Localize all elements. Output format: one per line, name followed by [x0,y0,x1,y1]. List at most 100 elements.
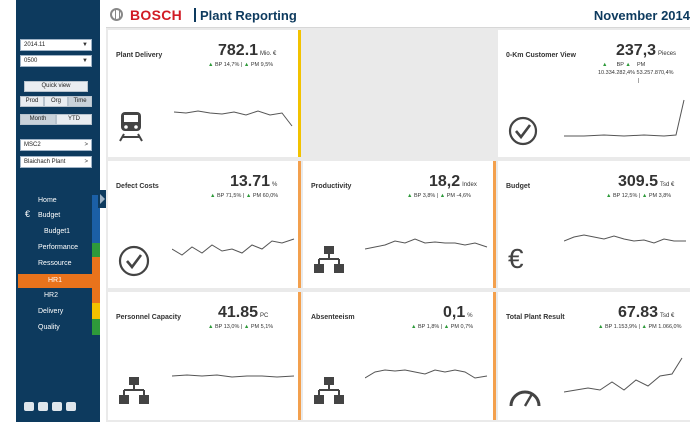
bosch-logo-icon [110,8,123,21]
dashboard-grid: Plant Delivery 782.1 Mio. € ▲ BP 14,7% | … [106,28,690,422]
chevron-right-icon: > [84,142,88,148]
card-unit: Tsd € [660,313,675,319]
card-kpi: ▲ BP 3,8% | ▲ PM -4,6% [407,193,471,199]
card-zero-km-customer-view[interactable]: 0-Km Customer View 237,3 Pieces ▲ BP ▲ PM… [498,30,690,157]
card-title: Productivity [311,183,352,190]
gauge-icon [509,390,541,407]
card-value-number: 13.71 [230,173,271,190]
card-title: Budget [506,183,531,190]
chevron-right-icon: > [84,159,88,165]
kpi-pm: PM [636,62,646,68]
check-circle-icon [118,245,150,277]
nav-strip-yellow [92,303,100,319]
plant-code-value: 0500 [24,58,38,64]
chevron-down-icon: ▼ [82,58,88,64]
nav-item-delivery[interactable]: Delivery [38,308,63,315]
personnel-capacity-sparkline [172,374,295,378]
card-value-number: 41.85 [218,304,259,321]
card-value-number: 782.1 [218,42,259,59]
card-title: Absenteeism [311,314,355,321]
nav-item-performance[interactable]: Performance [38,244,78,251]
budget-sparkline [564,234,686,244]
card-unit: Tsd € [660,182,675,188]
card-unit: % [467,313,473,319]
card-kpi: ▲ BP ▲ PM [602,62,646,68]
card-productivity[interactable]: Productivity 18,2 Index ▲ BP 3,8% | ▲ PM … [303,161,496,288]
euro-icon: € [25,209,31,219]
sidebar: 2014.11 ▼ 0500 ▼ Quick view Prod Org Tim… [16,0,100,422]
nav-item-budget[interactable]: Budget [38,212,60,219]
date-select-value: 2014.11 [24,42,46,48]
nav-item-hr1[interactable]: HR1 [18,274,96,288]
defect-costs-sparkline [172,238,295,256]
settings-icon[interactable] [24,402,34,411]
card-value: 309.5 Tsd € [618,173,674,191]
nav-strip-green-2 [92,319,100,335]
sidebar-collapse-handle[interactable] [98,190,106,208]
card-kpi: ▲ BP 71,5% | ▲ PM 60,0% [210,193,279,199]
kpi-detail: 10.334.282,4% 53.257.870,4% [598,70,674,76]
header: BOSCH Plant Reporting November 2014 [106,0,690,28]
kpi-bp: BP 14,7% | [214,62,243,68]
card-absenteeism[interactable]: Absenteeism 0,1% ▲ BP 1,8% | ▲ PM 0,7% [303,292,496,420]
card-plant-delivery[interactable]: Plant Delivery 782.1 Mio. € ▲ BP 14,7% | … [108,30,301,157]
card-title: Defect Costs [116,183,159,190]
view-time-button[interactable]: Time [68,96,92,107]
card-value-number: 67.83 [618,304,659,321]
nav-item-ressource[interactable]: Ressource [38,260,71,267]
kpi-pm: PM 3,8% [648,193,672,199]
euro-icon: € [508,243,524,274]
kpi-bp: BP [616,62,624,68]
print-icon[interactable] [52,402,62,411]
card-value-number: 309.5 [618,173,659,190]
view-prod-button[interactable]: Prod [20,96,44,107]
absenteeism-sparkline [365,369,488,379]
nav-item-home[interactable]: Home [38,197,57,204]
card-value-number: 18,2 [429,173,461,190]
org-chart-icon [119,377,149,404]
period-ytd-button[interactable]: YTD [56,114,92,125]
document-icon[interactable] [66,402,76,411]
quick-view-button[interactable]: Quick view [24,81,88,92]
reporting-period: November 2014 [593,8,690,23]
card-unit: Index [462,182,477,188]
nav-item-quality[interactable]: Quality [38,324,60,331]
brand-name: BOSCH [130,7,183,23]
card-title: Personnel Capacity [116,314,181,321]
org-chart-icon [314,377,344,404]
division-link-label: MSC2 [24,142,41,148]
card-kpi: ▲ BP 1.153,9% | ▲ PM 1.066,0% [598,324,682,330]
division-link[interactable]: MSC2 > [20,139,92,151]
train-icon [119,112,143,142]
card-defect-costs[interactable]: Defect Costs 13.71% ▲ BP 71,5% | ▲ PM 60… [108,161,301,288]
headset-icon[interactable] [38,402,48,411]
card-title: 0-Km Customer View [506,52,576,59]
chevron-down-icon: ▼ [82,42,88,48]
plant-link-label: Blaichach Plant [24,159,66,165]
card-budget[interactable]: Budget 309.5 Tsd € ▲ BP 12,5% | ▲ PM 3,8%… [498,161,690,288]
kpi-pm: PM 9,5% [250,62,274,68]
plant-link[interactable]: Blaichach Plant > [20,156,92,168]
kpi-pipe: | [638,78,640,84]
kpi-pm: PM 0,7% [450,324,474,330]
card-total-plant-result[interactable]: Total Plant Result 67.83 Tsd € ▲ BP 1.153… [498,292,690,420]
plant-code-select[interactable]: 0500 ▼ [20,55,92,67]
card-kpi: ▲ BP 12,5% | ▲ PM 3,8% [606,193,672,199]
card-unit: % [272,182,278,188]
nav-item-budget1[interactable]: Budget1 [44,228,70,235]
card-title: Plant Delivery [116,52,163,59]
card-kpi: ▲ BP 14,7% | ▲ PM 9,5% [208,62,274,68]
brand-separator [194,8,196,22]
date-select[interactable]: 2014.11 ▼ [20,39,92,51]
kpi-pm: PM 1.066,0% [648,324,682,330]
view-org-button[interactable]: Org [44,96,68,107]
card-kpi: ▲ BP 1,8% | ▲ PM 0,7% [411,324,474,330]
page-title: Plant Reporting [200,8,297,23]
period-month-button[interactable]: Month [20,114,56,125]
card-personnel-capacity[interactable]: Personnel Capacity 41.85 PC ▲ BP 13,0% | … [108,292,301,420]
kpi-bp: BP 1,8% | [417,324,443,330]
card-value: 0,1% [443,304,473,322]
nav-item-hr2[interactable]: HR2 [44,292,58,299]
card-unit: PC [260,313,269,319]
kpi-bp: BP 12,5% | [612,193,641,199]
